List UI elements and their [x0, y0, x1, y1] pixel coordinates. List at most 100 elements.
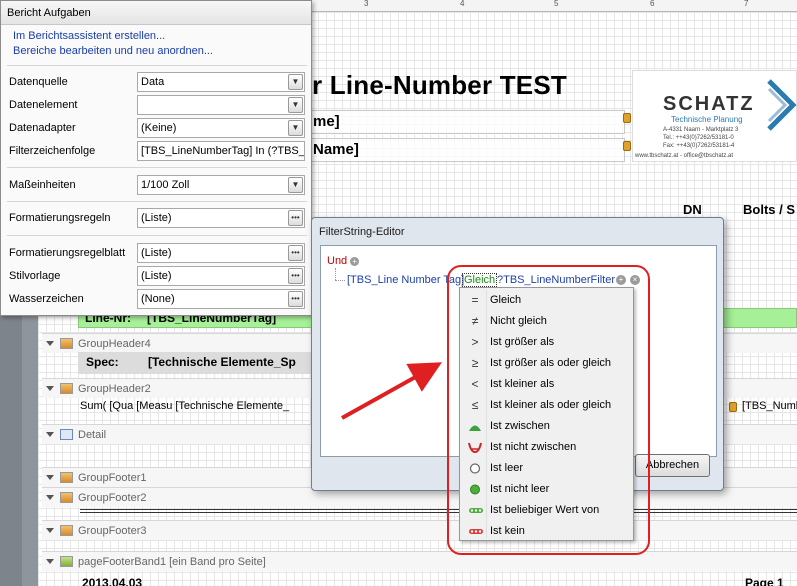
report-field-2: Name]	[313, 141, 359, 158]
footer-page-number[interactable]: Page 1 of	[745, 576, 797, 586]
band-label: GroupHeader4	[78, 337, 151, 350]
prop-filterstring: Filterzeichenfolge [TBS_LineNumberTag] I…	[9, 141, 309, 163]
ellipsis-button[interactable]: •••	[288, 210, 303, 226]
chevron-down-icon[interactable]: ▼	[288, 74, 303, 90]
horizontal-ruler: 3 4 5 6 7	[312, 0, 797, 12]
dialog-title: FilterString-Editor	[319, 226, 405, 238]
prop-label: Formatierungsregeln	[9, 212, 111, 224]
annotation-oval	[447, 265, 650, 555]
datamember-dropdown[interactable]: ▼	[137, 95, 305, 115]
prop-datamember: Datenelement ▼	[9, 95, 309, 117]
prop-value: (Liste)	[141, 212, 172, 224]
collapse-arrow-icon[interactable]	[46, 475, 54, 480]
divider-line	[80, 509, 797, 510]
ellipsis-button[interactable]: •••	[288, 268, 303, 284]
separator	[7, 201, 307, 202]
ruler-number: 4	[460, 0, 465, 8]
collapse-arrow-icon[interactable]	[46, 432, 54, 437]
band-label: GroupFooter2	[78, 491, 147, 504]
prop-datasource: Datenquelle Data ▼	[9, 72, 309, 94]
report-title[interactable]: r Line-Number TEST	[312, 70, 567, 101]
title-field-box-1[interactable]	[305, 110, 625, 134]
band-label: GroupFooter3	[78, 524, 147, 537]
prop-label: Formatierungsregelblatt	[9, 247, 126, 259]
add-condition-icon[interactable]: +	[350, 256, 360, 266]
prop-value: (Liste)	[141, 247, 172, 259]
logo-address-line: Fax: ++43(0)7262/53181-4	[663, 143, 735, 149]
group-operator[interactable]: Und +	[327, 255, 360, 267]
tbs-number-field[interactable]: [TBS_Numb	[742, 400, 797, 412]
lock-icon	[729, 402, 737, 412]
prop-label: Filterzeichenfolge	[9, 145, 96, 157]
tree-connector	[335, 280, 345, 281]
logo-address-line: www.tbschatz.at - office@tbschatz.at	[635, 153, 734, 159]
logo-address-line: A-4331 Naarn - Marktplatz 3	[663, 127, 739, 133]
prop-label: Stilvorlage	[9, 270, 61, 282]
band-header-icon	[60, 492, 73, 503]
column-header-bolts[interactable]: Bolts / S	[743, 202, 795, 217]
datasource-dropdown[interactable]: Data ▼	[137, 72, 305, 92]
prop-formattingrules: Formatierungsregeln (Liste) •••	[9, 208, 309, 230]
band-label: Detail	[78, 428, 107, 441]
chevron-down-icon[interactable]: ▼	[288, 120, 303, 136]
chevron-down-icon[interactable]: ▼	[288, 177, 303, 193]
band-label: GroupFooter1	[78, 471, 147, 484]
ruler-number: 5	[554, 0, 559, 8]
ruler-number: 7	[744, 0, 749, 8]
chevron-down-icon[interactable]: ▼	[288, 97, 303, 113]
sum-row[interactable]: Sum( [Qua [Measu [Technische Elemente_	[80, 400, 289, 412]
spec-row[interactable]: Spec: [Technische Elemente_Sp	[78, 352, 318, 374]
footer-date[interactable]: 2013.04.03	[82, 576, 142, 586]
ruler-number: 3	[364, 0, 369, 8]
spec-label: Spec:	[86, 355, 119, 369]
report-tasks-panel: Bericht Aufgaben Im Berichtsassistent er…	[0, 0, 312, 316]
logo-name: SCHATZ	[663, 93, 755, 115]
edit-bands-link[interactable]: Bereiche bearbeiten und neu anordnen...	[1, 44, 311, 59]
annotation-arrow-icon	[341, 362, 442, 420]
band-groupfooter3[interactable]: GroupFooter3	[42, 520, 797, 540]
prop-stylesheet: Stilvorlage (Liste) •••	[9, 266, 309, 288]
group-operator-label: Und	[327, 255, 348, 267]
collapse-arrow-icon[interactable]	[46, 559, 54, 564]
prop-value: (Keine)	[141, 122, 177, 134]
tree-connector	[335, 268, 336, 280]
logo-mark-icon	[767, 79, 797, 131]
watermark-field[interactable]: (None) •••	[137, 289, 305, 309]
spec-field: [Technische Elemente_Sp	[148, 355, 296, 369]
measureunits-dropdown[interactable]: 1/100 Zoll ▼	[137, 175, 305, 195]
band-label: GroupHeader2	[78, 382, 151, 395]
collapse-arrow-icon[interactable]	[46, 386, 54, 391]
band-label: pageFooterBand1 [ein Band pro Seite]	[78, 555, 266, 568]
formattingrules-field[interactable]: (Liste) •••	[137, 208, 305, 228]
prop-label: Datenelement	[9, 99, 78, 111]
band-pagefooter[interactable]: pageFooterBand1 [ein Band pro Seite]	[42, 551, 797, 571]
collapse-arrow-icon[interactable]	[46, 528, 54, 533]
dataadapter-dropdown[interactable]: (Keine) ▼	[137, 118, 305, 138]
prop-label: Maßeinheiten	[9, 179, 76, 191]
stylesheet-field[interactable]: (Liste) •••	[137, 266, 305, 286]
collapse-arrow-icon[interactable]	[46, 341, 54, 346]
report-field-1: me]	[313, 113, 340, 130]
prop-value: [TBS_LineNumberTag] In (?TBS_Li	[141, 145, 305, 157]
band-pagefooter-icon	[60, 556, 73, 567]
band-detail-icon	[60, 429, 73, 440]
separator	[7, 167, 307, 168]
filterstring-field[interactable]: [TBS_LineNumberTag] In (?TBS_Li	[137, 141, 305, 161]
collapse-arrow-icon[interactable]	[46, 495, 54, 500]
wizard-link[interactable]: Im Berichtsassistent erstellen...	[1, 29, 311, 44]
prop-dataadapter: Datenadapter (Keine) ▼	[9, 118, 309, 140]
ellipsis-button[interactable]: •••	[288, 291, 303, 307]
band-header-icon	[60, 525, 73, 536]
band-header-icon	[60, 338, 73, 349]
column-header-dn[interactable]: DN	[683, 202, 702, 217]
panel-title: Bericht Aufgaben	[1, 1, 311, 25]
prop-value: Data	[141, 76, 165, 88]
lock-icon	[623, 141, 631, 151]
logo-subtitle: Technische Planung	[671, 115, 743, 124]
prop-value: (Liste)	[141, 270, 172, 282]
ellipsis-button[interactable]: •••	[288, 245, 303, 261]
company-logo[interactable]: SCHATZ Technische Planung A-4331 Naarn -…	[632, 70, 797, 162]
formattingrulesheet-field[interactable]: (Liste) •••	[137, 243, 305, 263]
ruler-number: 6	[650, 0, 655, 8]
prop-measureunits: Maßeinheiten 1/100 Zoll ▼	[9, 175, 309, 197]
